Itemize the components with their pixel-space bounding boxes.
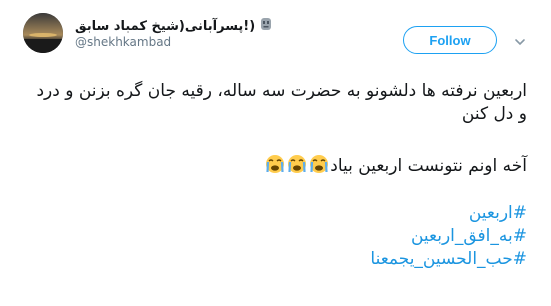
user-handle[interactable]: @shekhkambad — [75, 35, 171, 49]
tweet-paragraph-2: آخه اونم نتونست اربعین بیاد — [27, 154, 527, 178]
display-name-row[interactable]: (!پسرآبانی(شیخ کمباد سابق — [75, 17, 273, 35]
loudly-crying-face-icon — [309, 154, 329, 174]
follow-button[interactable]: Follow — [403, 26, 497, 54]
display-name[interactable]: (!پسرآبانی(شیخ کمباد سابق — [75, 19, 255, 34]
hashtag-link[interactable]: #اربعین — [27, 202, 527, 225]
moai-icon — [259, 17, 273, 35]
hashtag-list: #اربعین #به_افق_اربعین #حب_الحسین_یجمعنا — [27, 202, 527, 271]
chevron-down-icon[interactable] — [514, 33, 526, 46]
loudly-crying-face-icon — [287, 154, 307, 174]
tweet-text: اربعین نرفته ها دلشونو به حضرت سه ساله، … — [27, 80, 527, 271]
loudly-crying-face-icon — [265, 154, 285, 174]
tweet-line-2: آخه اونم نتونست اربعین بیاد — [330, 156, 527, 176]
tweet-paragraph: اربعین نرفته ها دلشونو به حضرت سه ساله، … — [36, 81, 527, 124]
hashtag-link[interactable]: #حب_الحسین_یجمعنا — [27, 248, 527, 271]
hashtag-link[interactable]: #به_افق_اربعین — [27, 225, 527, 248]
avatar[interactable] — [23, 13, 63, 53]
